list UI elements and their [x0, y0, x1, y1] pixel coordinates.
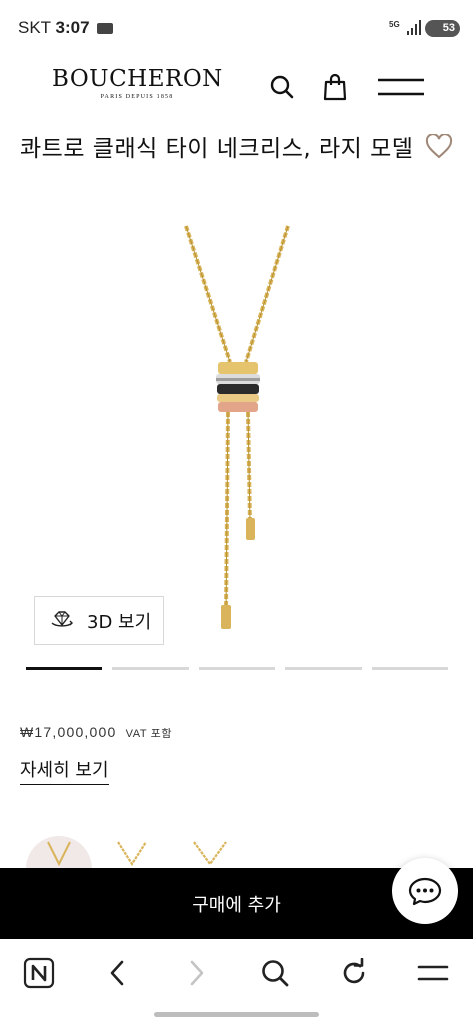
product-image[interactable]: [150, 222, 320, 632]
battery-level: 53: [442, 22, 455, 34]
price-value: ₩17,000,000: [20, 724, 117, 740]
menu-icon: [417, 965, 449, 981]
search-button[interactable]: [265, 70, 299, 104]
browser-menu-button[interactable]: [413, 953, 453, 993]
necklace-thumb-icon: [193, 841, 227, 866]
shopping-bag-icon: [323, 73, 347, 101]
brand-logo[interactable]: BOUCHERON PARIS DEPUIS 1858: [52, 66, 222, 100]
product-price: ₩17,000,000 VAT 포함: [20, 724, 172, 741]
clock: 3:07: [55, 18, 90, 37]
variant-thumb-yellow-gold[interactable]: [108, 836, 174, 870]
browser-search-button[interactable]: [255, 953, 295, 993]
diamond-3d-icon: [51, 610, 73, 627]
browser-toolbar: [0, 939, 473, 1005]
home-indicator: [154, 1012, 319, 1017]
network-label: 5G: [389, 20, 400, 29]
view-3d-label: 3D 보기: [87, 611, 152, 633]
heart-icon: [425, 133, 453, 159]
vat-label: VAT 포함: [125, 728, 173, 740]
menu-icon: [378, 78, 424, 96]
carousel-dot[interactable]: [371, 667, 449, 670]
naver-home-icon: [23, 957, 55, 989]
carrier-label: SKT: [18, 18, 51, 37]
forward-icon: [190, 960, 204, 986]
brand-name: BOUCHERON: [52, 66, 223, 92]
variant-selector: [26, 836, 266, 870]
pendant-rings: [216, 362, 260, 412]
cart-button[interactable]: [318, 70, 352, 104]
refresh-button[interactable]: [334, 953, 374, 993]
site-header: BOUCHERON PARIS DEPUIS 1858: [0, 56, 473, 118]
notification-icon: [97, 23, 113, 34]
back-button[interactable]: [97, 953, 137, 993]
chat-button[interactable]: [392, 858, 458, 924]
back-icon: [110, 960, 124, 986]
carousel-dot[interactable]: [112, 667, 189, 670]
details-link[interactable]: 자세히 보기: [20, 756, 109, 785]
menu-button[interactable]: [376, 70, 426, 104]
search-icon: [270, 75, 294, 99]
refresh-icon: [343, 958, 365, 984]
carousel-dot[interactable]: [285, 667, 362, 670]
necklace-thumb-icon: [47, 841, 71, 867]
view-3d-button[interactable]: 3D 보기: [34, 596, 164, 645]
signal-icon: 5G: [389, 20, 421, 35]
status-bar: SKT 3:07 5G 53: [0, 0, 473, 56]
necklace-thumb-icon: [117, 841, 147, 867]
battery-icon: 53: [425, 20, 460, 37]
carousel-dot[interactable]: [26, 667, 103, 670]
naver-home-button[interactable]: [19, 953, 59, 993]
chat-bubble-icon: [408, 877, 442, 906]
product-title: 콰트로 클래식 타이 네크리스, 라지 모델: [20, 136, 414, 162]
variant-thumb-rose-gold[interactable]: [26, 836, 92, 870]
status-carrier-time: SKT 3:07: [18, 18, 90, 38]
add-to-cart-label: 구매에 추가: [192, 894, 281, 916]
wishlist-button[interactable]: [425, 133, 453, 162]
variant-thumb-yellow-gold-diamond[interactable]: [186, 836, 252, 870]
forward-button[interactable]: [177, 953, 217, 993]
search-icon: [262, 960, 289, 987]
carousel-dot[interactable]: [198, 667, 276, 670]
brand-subtitle: PARIS DEPUIS 1858: [100, 94, 174, 100]
image-carousel-indicator: [26, 667, 449, 671]
